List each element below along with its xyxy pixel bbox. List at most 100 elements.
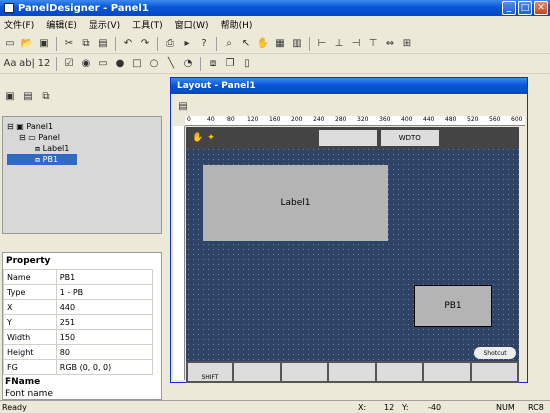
desc-title: FName (5, 377, 41, 387)
copy-icon[interactable]: ⧉ (78, 36, 94, 52)
bottom-button[interactable] (471, 363, 517, 381)
cut-icon[interactable]: ✂ (61, 36, 77, 52)
tree-icon[interactable]: ⧉ (38, 88, 54, 104)
ellipse-icon[interactable]: ○ (146, 56, 162, 72)
canvas-toolbar: ✋ ✦ WDTO (186, 127, 519, 149)
hand-icon[interactable]: ✋ (255, 36, 271, 52)
object-tree: ⊟ ▣ Panel1 ⊟ ▭ Panel ⧈ Label1 ⧈ PB1 (2, 116, 162, 234)
button-icon[interactable]: ▭ (95, 56, 111, 72)
app-title: PanelDesigner - Panel1 (18, 2, 149, 14)
prop-row: Name PB1 (3, 269, 154, 285)
rect-icon[interactable]: □ (129, 56, 145, 72)
grid-icon[interactable]: ▦ (272, 36, 288, 52)
property-grid: Property Name PB1 Type 1 - PB X 440 Y 251 Wi… (2, 252, 162, 400)
align-center-icon[interactable]: ⊥ (331, 36, 347, 52)
app-icon (4, 3, 14, 13)
toolbar-main: ▭ 📂 ▣ ✂ ⧉ ▤ ↶ ↷ ⎙ ▸ ? ⌕ ↖ ✋ ▦ ▥ ⊢ ⊥ ⊣ ⊤ … (0, 34, 550, 54)
bulb-icon[interactable]: ✦ (207, 133, 215, 143)
size-icon[interactable]: ⇔ (382, 36, 398, 52)
radio-icon[interactable]: ◉ (78, 56, 94, 72)
canvas-bottom-bar: SHIFT (186, 361, 519, 383)
prop-row: Y 251 (3, 314, 154, 330)
desc-text: Font name (5, 389, 53, 399)
layout-title: Layout - Panel1 (171, 78, 527, 94)
menu-tools[interactable]: 工具(T) (132, 18, 163, 31)
tree-item-pb1[interactable]: ⧈ PB1 (7, 154, 77, 165)
layer-icon[interactable]: ❐ (222, 56, 238, 72)
hand-tool-icon[interactable]: ✋ (192, 133, 203, 143)
align-left-icon[interactable]: ⊢ (314, 36, 330, 52)
tree-panel[interactable]: ⊟ ▭ Panel (7, 132, 157, 143)
canvas-blank-button[interactable] (318, 130, 377, 146)
label1-widget[interactable]: Label1 (203, 165, 388, 241)
group-icon[interactable]: ⧈ (205, 56, 221, 72)
status-mode: RC8 (528, 402, 544, 412)
open-icon[interactable]: 📂 (19, 36, 35, 52)
menu-file[interactable]: 文件(F) (4, 18, 34, 31)
design-canvas[interactable]: ✋ ✦ WDTO Label1 PB1 Shotcut SHIFT (186, 127, 519, 383)
bottom-button[interactable] (424, 363, 470, 381)
prop-row: X 440 (3, 299, 154, 315)
status-y: -40 (428, 402, 442, 412)
status-cap: NUM (496, 402, 515, 412)
bottom-button[interactable] (376, 363, 422, 381)
line-icon[interactable]: ╲ (163, 56, 179, 72)
undo-icon[interactable]: ↶ (120, 36, 136, 52)
align-icon[interactable]: ▥ (289, 36, 305, 52)
panel-icon[interactable]: ▣ (2, 88, 18, 104)
maximize-button[interactable]: □ (518, 1, 532, 15)
pb1-widget[interactable]: PB1 (414, 285, 492, 327)
bottom-button[interactable] (234, 363, 280, 381)
status-bar: Ready X: 12 Y: -40 NUM RC8 (0, 400, 550, 413)
font-icon[interactable]: Aa (2, 56, 18, 72)
new-icon[interactable]: ▭ (2, 36, 18, 52)
tree-item-label1[interactable]: ⧈ Label1 (7, 143, 157, 154)
text-icon[interactable]: ab| (19, 56, 35, 72)
app-title-bar: PanelDesigner - Panel1 _ □ ✕ (0, 0, 550, 16)
doc-icon[interactable]: ▤ (175, 98, 191, 114)
redo-icon[interactable]: ↷ (137, 36, 153, 52)
help-icon[interactable]: ? (196, 36, 212, 52)
ruler-top: 0 40 80 120 160 200 240 280 320 360 400 … (185, 116, 525, 126)
toolbar-controls: Aa ab| 12 ☑ ◉ ▭ ● □ ○ ╲ ◔ ⧈ ❐ ▯ (0, 54, 550, 74)
save-icon[interactable]: ▣ (36, 36, 52, 52)
paste-icon[interactable]: ▤ (95, 36, 111, 52)
status-x: 12 (384, 402, 395, 412)
menu-bar: 文件(F) 编辑(E) 显示(V) 工具(T) 窗口(W) 帮助(H) (0, 16, 550, 32)
bottom-button[interactable] (281, 363, 327, 381)
print-icon[interactable]: ⎙ (162, 36, 178, 52)
page-icon[interactable]: ▤ (20, 88, 36, 104)
menu-window[interactable]: 窗口(W) (175, 18, 209, 31)
left-panel: ▣ ▤ ⧉ ⊟ ▣ Panel1 ⊟ ▭ Panel ⧈ Label1 ⧈ PB… (0, 74, 165, 400)
zoom-icon[interactable]: ⌕ (221, 36, 237, 52)
number-icon[interactable]: 12 (36, 56, 52, 72)
grid2-icon[interactable]: ⊞ (399, 36, 415, 52)
prop-row: Width 150 (3, 329, 154, 345)
status-x-label: X: (358, 402, 367, 412)
run-icon[interactable]: ▸ (179, 36, 195, 52)
status-y-label: Y: (402, 402, 409, 412)
wdto-button[interactable]: WDTO (380, 130, 439, 146)
layout-window: Layout - Panel1 ▤ 0 40 80 120 160 200 24… (170, 77, 528, 383)
property-header: Property (6, 256, 51, 266)
prop-row: Height 80 (3, 344, 154, 360)
prop-row: Type 1 - PB (3, 284, 154, 300)
menu-help[interactable]: 帮助(H) (221, 18, 253, 31)
menu-edit[interactable]: 编辑(E) (46, 18, 77, 31)
minimize-button[interactable]: _ (502, 1, 516, 15)
pointer-icon[interactable]: ↖ (238, 36, 254, 52)
gauge-icon[interactable]: ◔ (180, 56, 196, 72)
align-top-icon[interactable]: ⊤ (365, 36, 381, 52)
tree-root[interactable]: ⊟ ▣ Panel1 (7, 121, 157, 132)
align-right-icon[interactable]: ⊣ (348, 36, 364, 52)
tab-icon[interactable]: ▯ (239, 56, 255, 72)
menu-view[interactable]: 显示(V) (89, 18, 120, 31)
close-button[interactable]: ✕ (534, 1, 548, 15)
shift-button[interactable]: SHIFT (188, 363, 232, 381)
ruler-left (173, 126, 185, 380)
bottom-button[interactable] (329, 363, 375, 381)
shotcut-button[interactable]: Shotcut (474, 347, 516, 359)
led-icon[interactable]: ● (112, 56, 128, 72)
status-ready: Ready (2, 402, 27, 412)
checkbox-icon[interactable]: ☑ (61, 56, 77, 72)
